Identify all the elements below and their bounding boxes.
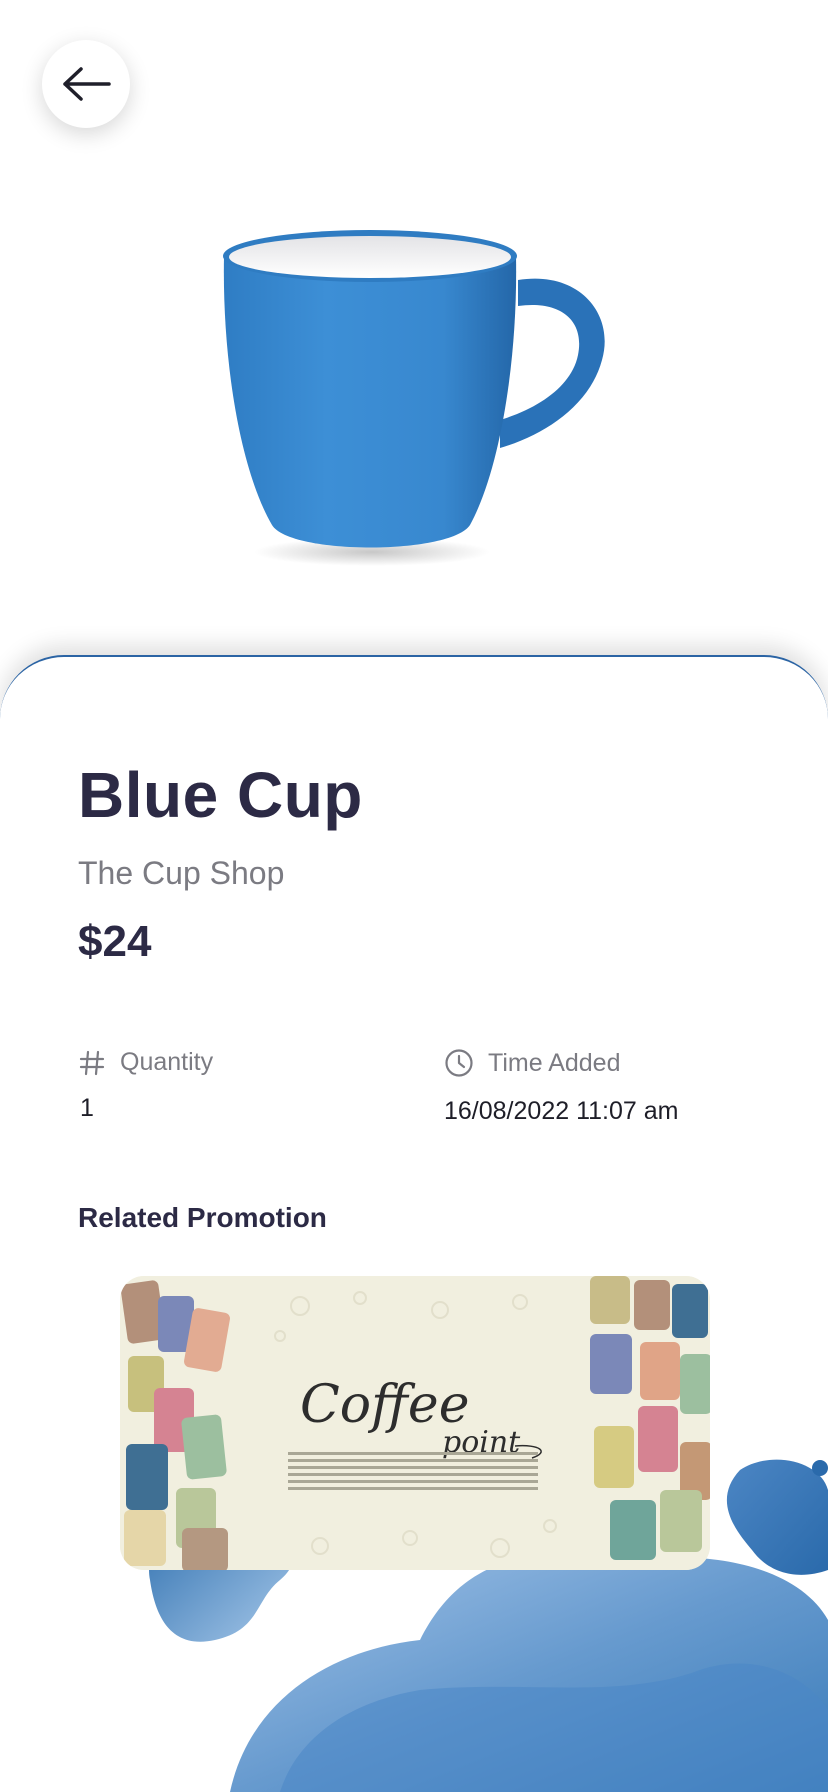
quantity-value: 1: [80, 1094, 94, 1122]
clock-icon: [445, 1049, 473, 1077]
product-price: $24: [78, 917, 152, 966]
quantity-label-row: Quantity: [78, 1048, 213, 1077]
back-button[interactable]: [42, 40, 130, 128]
arrow-left-icon: [63, 67, 111, 101]
shop-name: The Cup Shop: [78, 855, 285, 891]
hash-icon: [79, 1050, 105, 1075]
time-label: Time Added: [488, 1048, 621, 1077]
promotion-banner[interactable]: Coffee point: [120, 1276, 710, 1570]
product-image: [223, 230, 605, 566]
quantity-label: Quantity: [120, 1048, 214, 1076]
time-value: 16/08/2022 11:07 am: [444, 1097, 679, 1125]
related-promotion-heading: Related Promotion: [78, 1202, 327, 1233]
product-title: Blue Cup: [78, 759, 363, 831]
promotion-banner-art: Coffee point: [120, 1276, 710, 1570]
time-label-row: Time Added: [444, 1048, 620, 1078]
